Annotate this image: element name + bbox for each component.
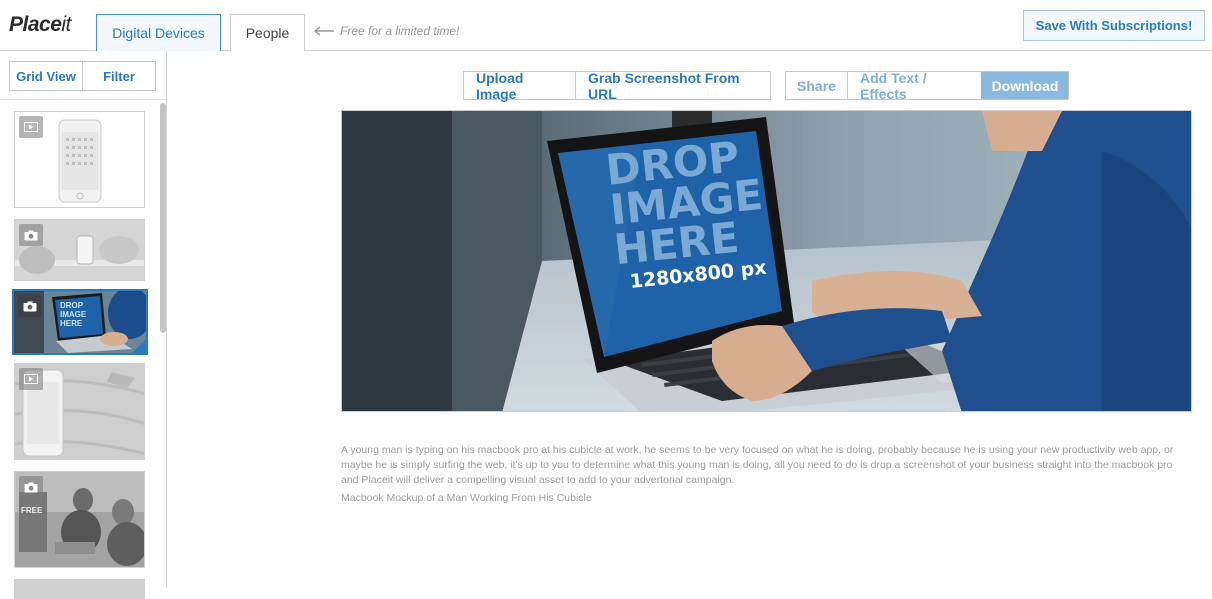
grid-view-button[interactable]: Grid View [10,62,82,90]
mockup-preview[interactable]: DROP IMAGE HERE 1280x800 px [341,110,1192,412]
selected-corner-indicator [132,339,146,353]
mockup-description: A young man is typing on his macbook pro… [341,444,1174,486]
arrow-left-icon [313,26,334,36]
thumbnail-office-people[interactable]: FREE [14,471,145,568]
camera-badge [19,224,43,246]
camera-badge [19,476,43,498]
promo-note: Free for a limited time! [313,24,459,38]
tab-people[interactable]: People [230,14,305,51]
thumbnail-phone-wood[interactable] [14,363,145,460]
thumbnail-macbook-man-selected[interactable]: DROP IMAGE HERE [12,289,148,355]
download-button[interactable]: Download [981,72,1068,99]
upload-image-button[interactable]: Upload Image [464,70,575,102]
video-icon [24,122,38,132]
placeit-logo[interactable]: Placeit [9,13,71,37]
export-toolbar: Share Add Text / Effects Download [785,70,1069,102]
selected-thumb-label: DROP IMAGE HERE [60,301,87,328]
grab-screenshot-button[interactable]: Grab Screenshot From URL [575,70,770,102]
drop-image-placeholder[interactable]: DROP IMAGE HERE 1280x800 px [603,132,772,296]
view-toggle: Grid View Filter [9,61,156,91]
filter-button[interactable]: Filter [82,62,155,90]
camera-icon [24,482,38,492]
thumbnail-hands-phone[interactable] [14,219,145,281]
video-icon [24,374,38,384]
camera-icon [24,230,38,240]
video-badge [19,116,43,138]
thumbnail-partial[interactable] [14,579,145,599]
sidebar-divider [0,99,166,100]
upload-toolbar: Upload Image Grab Screenshot From URL [463,70,771,102]
thumbnail-phone-mockup[interactable] [14,111,145,208]
sidebar-scrollbar[interactable] [160,103,166,333]
thumb-free-label: FREE [21,506,43,515]
tab-digital-devices[interactable]: Digital Devices [96,14,221,51]
promo-text: Free for a limited time! [340,24,460,38]
top-header: Placeit Digital Devices People Free for … [0,0,1212,51]
share-button[interactable]: Share [786,72,847,99]
mockup-title: Macbook Mockup of a Man Working From His… [341,492,592,504]
save-with-subscriptions-button[interactable]: Save With Subscriptions! [1023,10,1205,41]
camera-badge [18,295,42,317]
camera-icon [23,301,37,311]
add-text-effects-button[interactable]: Add Text / Effects [847,70,981,102]
mockup-sidebar: Grid View Filter DROP IMAGE HERE FREE [0,51,167,599]
video-badge [19,368,43,390]
